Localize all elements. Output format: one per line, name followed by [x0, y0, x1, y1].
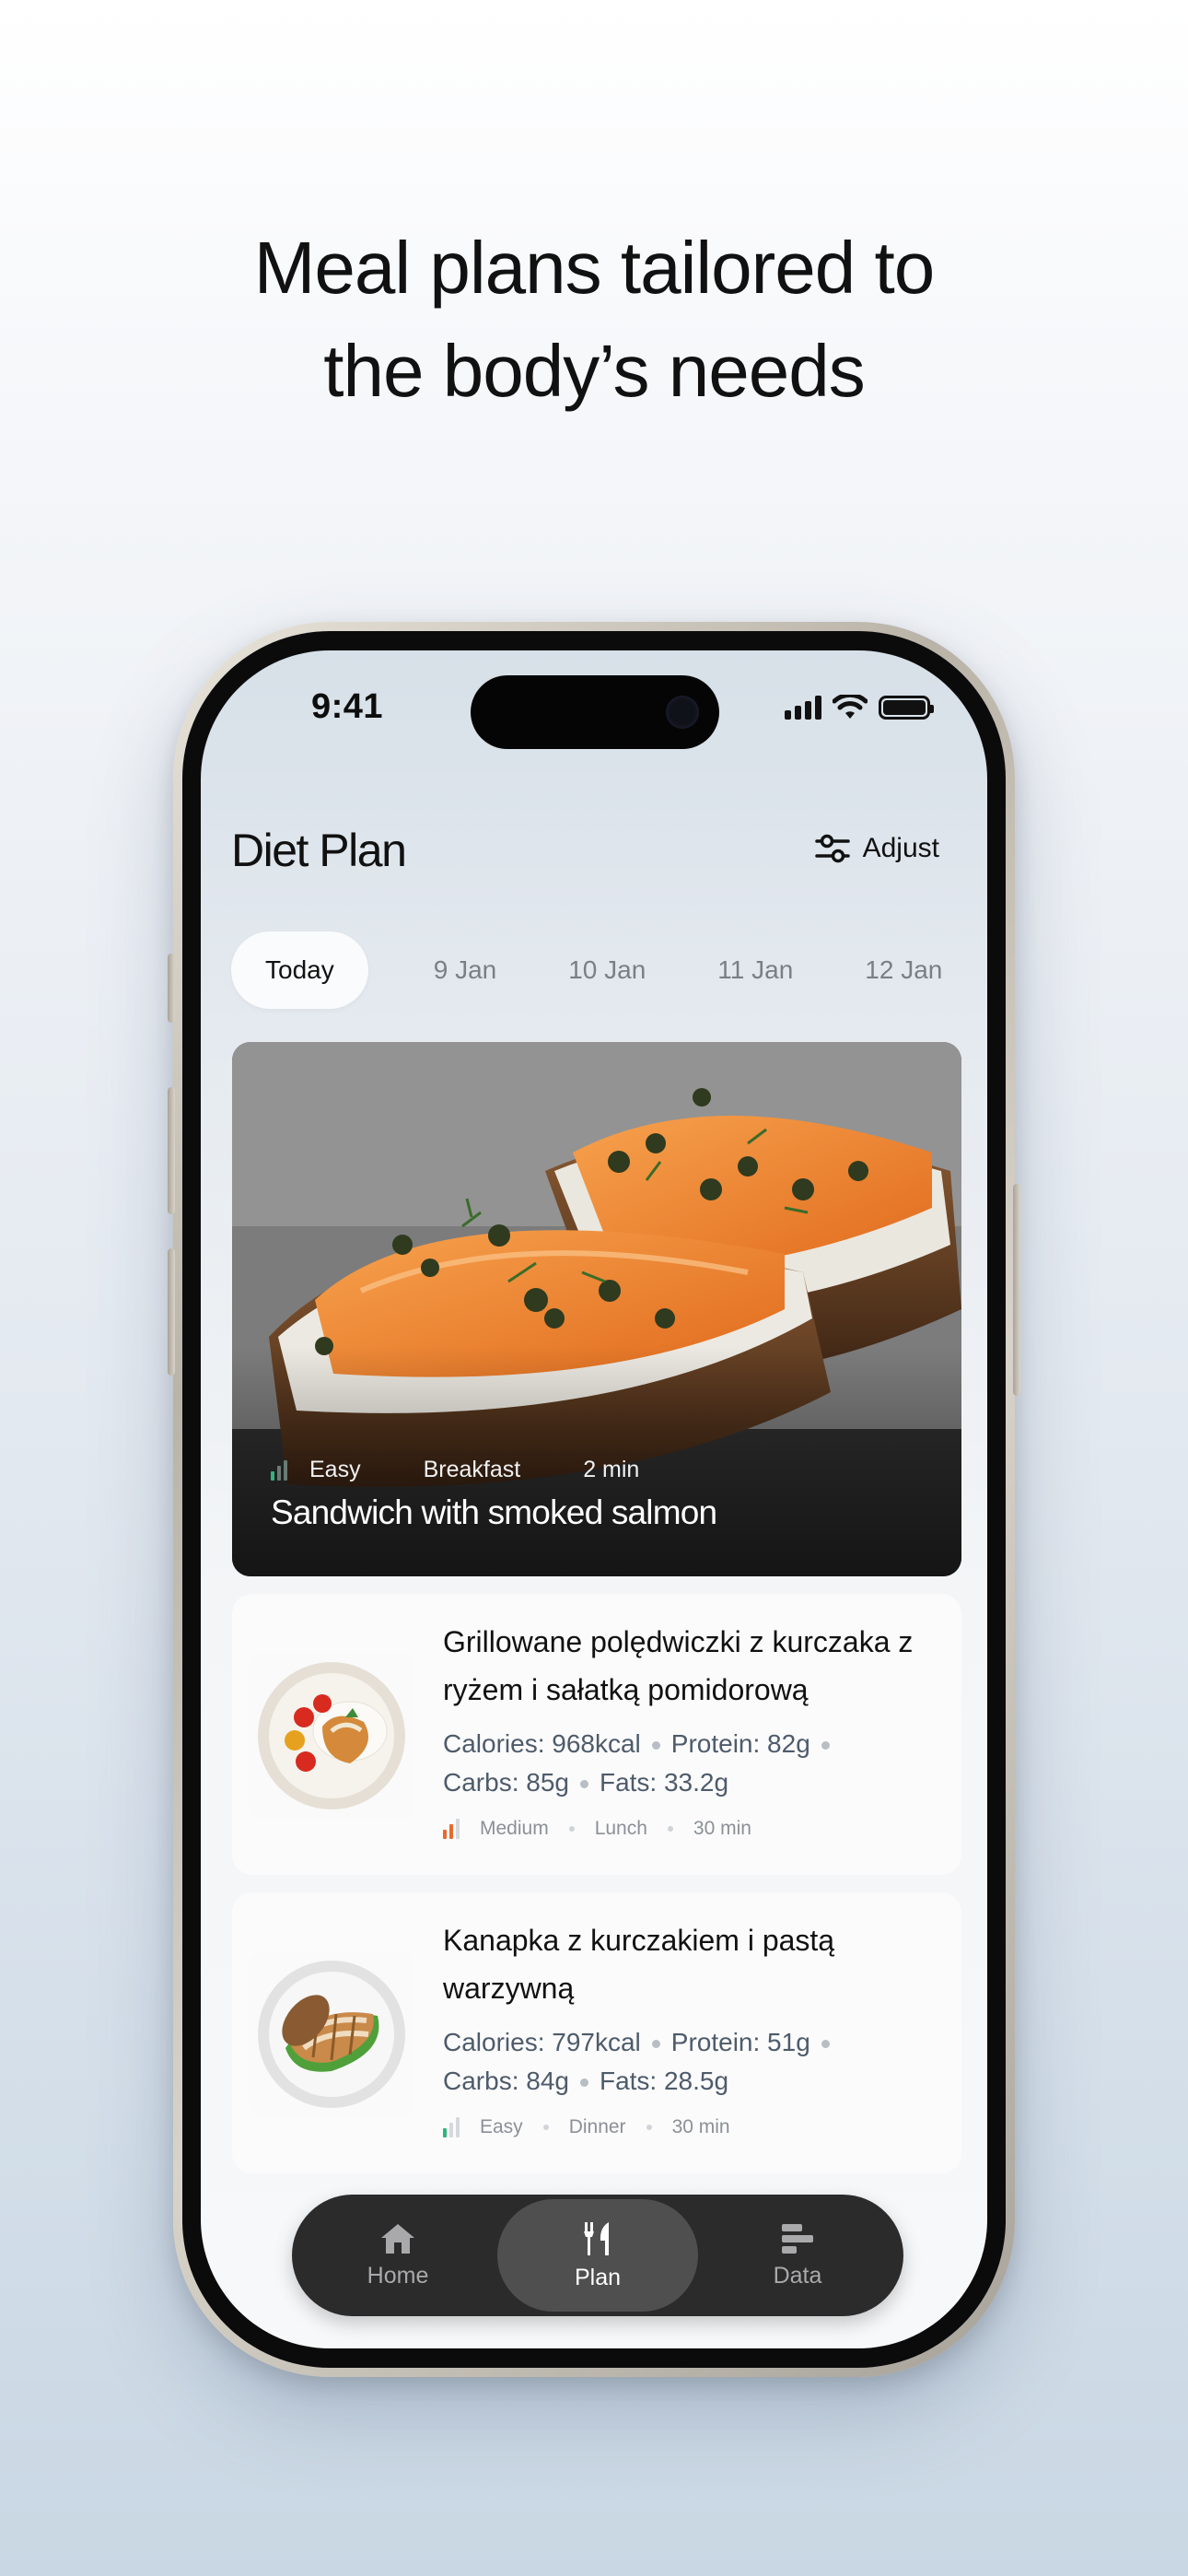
volume-up-button — [168, 1087, 175, 1214]
meal-fats: Fats: 28.5g — [599, 2067, 729, 2095]
meal-name: Grillowane polędwiczki z kurczaka z ryże… — [443, 1625, 914, 1706]
dynamic-island — [471, 675, 719, 749]
meal-difficulty: Easy — [480, 2116, 523, 2137]
date-tab-today[interactable]: Today — [231, 931, 368, 1009]
volume-down-button — [168, 1248, 175, 1376]
headline-line-2: the body’s needs — [323, 330, 865, 412]
date-selector: Today 9 Jan 10 Jan 11 Jan 12 Jan — [231, 931, 976, 1009]
status-time: 9:41 — [311, 687, 384, 726]
meal-protein: Protein: 51g — [670, 2028, 810, 2056]
meal-type: Dinner — [568, 2116, 626, 2137]
adjust-button[interactable]: Adjust — [814, 833, 939, 864]
featured-meal-type: Breakfast — [423, 1457, 521, 1482]
featured-meta: Easy Breakfast 2 min — [271, 1457, 639, 1483]
meal-fats: Fats: 33.2g — [599, 1768, 729, 1797]
tab-home[interactable]: Home — [297, 2199, 498, 2312]
difficulty-easy-icon — [271, 1459, 287, 1481]
meal-macros: Calories: 797kcal Protein: 51g Carbs: 84g… — [443, 2023, 940, 2101]
headline-line-1: Meal plans tailored to — [253, 227, 935, 309]
action-button — [168, 954, 175, 1023]
home-icon — [381, 2223, 414, 2254]
difficulty-medium-icon — [443, 1819, 460, 1839]
fork-knife-icon — [584, 2221, 609, 2255]
meal-protein: Protein: 82g — [670, 1729, 810, 1758]
meal-thumbnail — [249, 1653, 414, 1819]
meal-card[interactable]: Kanapka z kurczakiem i pastą warzywną Ca… — [232, 1892, 961, 2173]
date-tab-9-jan[interactable]: 9 Jan — [400, 931, 531, 1009]
adjust-label: Adjust — [862, 833, 939, 863]
meal-duration: 30 min — [693, 1818, 751, 1839]
difficulty-easy-icon — [443, 2117, 460, 2137]
tab-data[interactable]: Data — [697, 2199, 898, 2312]
meal-card[interactable]: Grillowane polędwiczki z kurczaka z ryże… — [232, 1594, 961, 1875]
date-tab-10-jan[interactable]: 10 Jan — [534, 931, 680, 1009]
power-button — [1013, 1184, 1020, 1396]
bottom-tab-bar: Home Plan Data — [292, 2195, 903, 2316]
status-icons — [785, 695, 934, 720]
meal-carbs: Carbs: 85g — [443, 1768, 569, 1797]
tab-home-label: Home — [367, 2262, 429, 2289]
meal-duration: 30 min — [671, 2116, 730, 2137]
chicken-rice-plate-image — [258, 1662, 405, 1809]
meal-name: Kanapka z kurczakiem i pastą warzywną — [443, 1924, 835, 2005]
meal-thumbnail — [249, 1951, 414, 2117]
meal-difficulty: Medium — [480, 1818, 549, 1839]
meal-type: Lunch — [594, 1818, 647, 1839]
phone-screen: 9:41 Diet Plan Adjust Today 9 Jan 10 Jan… — [201, 650, 987, 2348]
tab-plan-label: Plan — [574, 2264, 622, 2290]
meal-meta: Medium Lunch 30 min — [443, 1818, 751, 1840]
featured-difficulty: Easy — [309, 1457, 361, 1482]
featured-meal-card[interactable]: Easy Breakfast 2 min Sandwich with smoke… — [232, 1042, 961, 1576]
bar-chart-icon — [782, 2223, 813, 2254]
meal-carbs: Carbs: 84g — [443, 2067, 569, 2095]
tab-data-label: Data — [773, 2262, 822, 2289]
meal-macros: Calories: 968kcal Protein: 82g Carbs: 85g… — [443, 1725, 940, 1802]
chicken-sandwich-plate-image — [258, 1961, 405, 2108]
meal-calories: Calories: 968kcal — [443, 1729, 641, 1758]
meal-meta: Easy Dinner 30 min — [443, 2116, 730, 2138]
page-title: Diet Plan — [231, 825, 407, 876]
wifi-icon — [833, 695, 868, 719]
battery-icon — [879, 696, 934, 720]
meal-calories: Calories: 797kcal — [443, 2028, 641, 2056]
tab-plan[interactable]: Plan — [497, 2199, 698, 2312]
camera-icon — [666, 696, 699, 729]
date-tab-12-jan[interactable]: 12 Jan — [831, 931, 976, 1009]
cellular-signal-icon — [785, 696, 821, 720]
featured-duration: 2 min — [583, 1457, 640, 1482]
headline: Meal plans tailored to the body’s needs — [0, 217, 1188, 423]
featured-title: Sandwich with smoked salmon — [271, 1493, 717, 1531]
sliders-icon — [814, 834, 850, 863]
date-tab-11-jan[interactable]: 11 Jan — [683, 931, 827, 1009]
